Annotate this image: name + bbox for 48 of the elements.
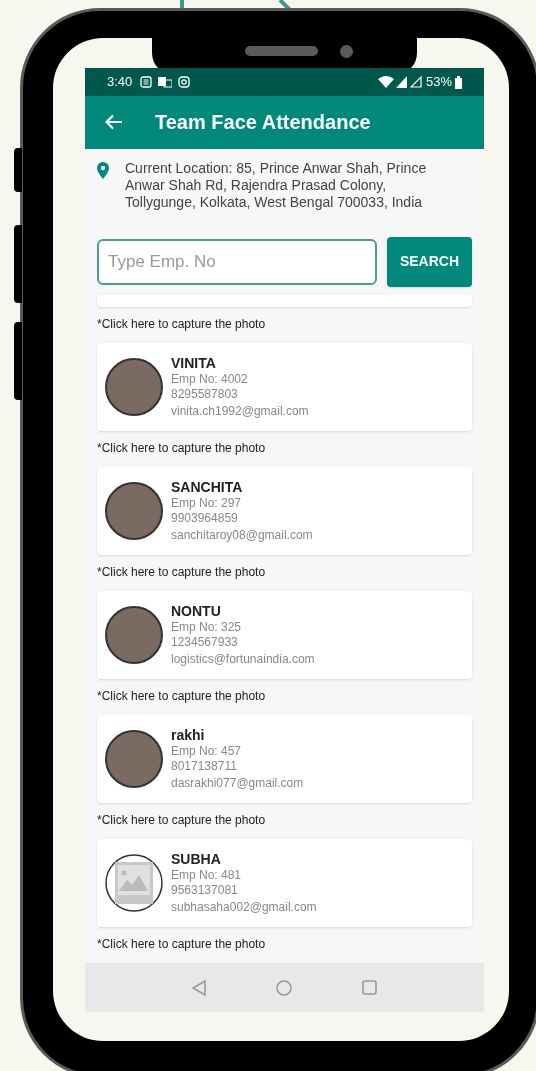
employee-card[interactable]: NONTU Emp No: 325 1234567933 logistics@fortunaindia.com [97, 591, 472, 679]
battery-percentage: 53% [425, 73, 452, 92]
capture-photo-link[interactable]: *Click here to capture the photo [97, 811, 266, 829]
employee-name: SUBHA [171, 850, 222, 868]
employee-name: NONTU [171, 602, 222, 620]
back-arrow-icon [105, 114, 123, 131]
employee-number-field[interactable]: Type Emp. No [97, 238, 377, 285]
back-triangle-icon[interactable] [192, 979, 206, 996]
capture-photo-link[interactable]: *Click here to capture the photo [97, 935, 266, 953]
employee-phone: 1234567933 [171, 635, 239, 650]
employee-card[interactable]: SANCHITA Emp No: 297 9903964859 sanchitaroy08@gmail.com [97, 467, 472, 555]
status-time: 3:40 [107, 73, 133, 92]
employee-card[interactable]: rakhi Emp No: 457 8017138711 dasrakhi077@gmail.com [97, 715, 472, 803]
employee-card[interactable]: VINITA Emp No: 4002 8295587803 vinita.ch1992@gmail.com [97, 343, 472, 431]
employee-name: VINITA [171, 354, 217, 372]
current-location-text: Current Location: 85, Prince Anwar Shah, Prince Anwar Shah Rd, Rajendra Prasad Colony, Tollygunge, Kolkata, West Bengal 700033, India [125, 159, 428, 211]
wifi-icon [377, 76, 394, 89]
employee-number: Emp No: 297 [171, 496, 243, 511]
employee-phone: 8295587803 [171, 387, 239, 402]
recent-apps-square-icon[interactable] [362, 980, 377, 995]
employee-name: rakhi [171, 726, 206, 744]
employee-email: sanchitaroy08@gmail.com [171, 527, 313, 544]
employee-number: Emp No: 325 [171, 620, 243, 635]
employee-email: dasrakhi077@gmail.com [171, 775, 304, 792]
employee-number: Emp No: 457 [171, 744, 243, 759]
employee-phone: 8017138711 [171, 759, 238, 774]
employee-card[interactable]: SUBHA Emp No: 481 9563137081 subhasaha002@gmail.com [97, 839, 472, 927]
home-circle-icon[interactable] [276, 979, 292, 996]
employee-number: Emp No: 481 [171, 868, 243, 883]
calculator-icon [140, 76, 153, 89]
capture-photo-link[interactable]: *Click here to capture the photo [97, 315, 266, 333]
capture-photo-link[interactable]: *Click here to capture the photo [97, 439, 266, 457]
employee-email: vinita.ch1992@gmail.com [171, 403, 309, 420]
employee-phone: 9903964859 [171, 511, 239, 526]
toolbar-title: Team Face Attendance [155, 110, 371, 136]
battery-icon [455, 75, 462, 89]
employee-email: logistics@fortunaindia.com [171, 651, 315, 668]
location-pin-icon [97, 161, 109, 179]
signal-icon [409, 76, 422, 89]
camera-icon [178, 76, 191, 89]
capture-photo-link[interactable]: *Click here to capture the photo [97, 687, 266, 705]
employee-phone: 9563137081 [171, 883, 239, 898]
capture-photo-link[interactable]: *Click here to capture the photo [97, 563, 266, 581]
employee-email: subhasaha002@gmail.com [171, 899, 317, 916]
signal-icon [395, 76, 407, 89]
search-button[interactable]: SEARCH [387, 236, 472, 287]
employee-number: Emp No: 4002 [171, 372, 249, 387]
employee-name: SANCHITA [171, 478, 244, 496]
